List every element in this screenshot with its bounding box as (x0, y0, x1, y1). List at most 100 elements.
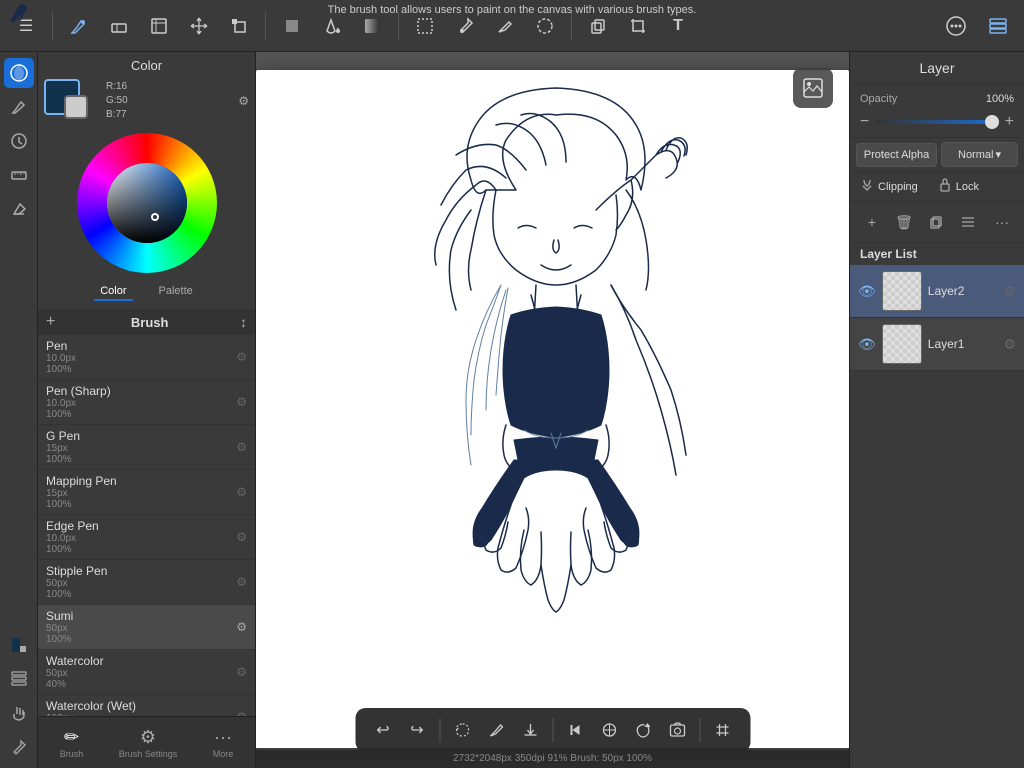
grid-button[interactable] (706, 714, 738, 746)
color-settings-icon[interactable]: ⚙ (238, 94, 249, 108)
eyedropper-icon[interactable] (447, 8, 483, 44)
layers-panel-icon[interactable] (980, 8, 1016, 44)
blend-mode-chevron-icon: ▾ (995, 148, 1001, 161)
brush-settings-tab[interactable]: ⚙ Brush Settings (111, 723, 186, 763)
download-button[interactable] (514, 714, 546, 746)
layer2-thumbnail (882, 271, 922, 311)
gallery-button[interactable] (793, 68, 833, 108)
layer2-visibility-icon[interactable]: 👁 (858, 283, 876, 300)
color-wheel[interactable] (77, 133, 217, 273)
opacity-slider[interactable] (875, 120, 998, 124)
brush-title: Brush (59, 315, 240, 330)
text-icon[interactable]: T (660, 8, 696, 44)
layer-actions: + 🗑 ··· (850, 202, 1024, 243)
layer-more-button[interactable]: ··· (988, 208, 1016, 236)
rotate-button[interactable] (627, 714, 659, 746)
brush-item-stipple-pen[interactable]: Stipple Pen 50px100% ⚙ (38, 560, 255, 605)
fill-rect-icon[interactable] (274, 8, 310, 44)
brush-header: + Brush ↕ (38, 309, 255, 335)
symmetry-button[interactable] (593, 714, 625, 746)
layer1-visibility-icon[interactable]: 👁 (858, 336, 876, 353)
move-tool-icon[interactable] (181, 8, 217, 44)
brush-item-edge-pen[interactable]: Edge Pen 10.0px100% ⚙ (38, 515, 255, 560)
sidebar-history-icon[interactable] (4, 126, 34, 156)
pen-canvas-button[interactable] (480, 714, 512, 746)
brush-pen-settings[interactable]: ⚙ (236, 350, 247, 364)
crop-icon[interactable] (620, 8, 656, 44)
fill-icon[interactable] (314, 8, 350, 44)
brush-item-watercolor-wet[interactable]: Watercolor (Wet) 100px10% ⚙ (38, 695, 255, 716)
brush-tool-icon[interactable] (61, 8, 97, 44)
opacity-slider-thumb[interactable] (985, 115, 999, 129)
layer-item-layer2[interactable]: 👁 Layer2 ⚙ (850, 265, 1024, 318)
secondary-color-swatch[interactable] (64, 95, 88, 119)
layer-list-btn[interactable] (954, 208, 982, 236)
protect-alpha-button[interactable]: Protect Alpha (856, 143, 937, 167)
brush-item-pen-sharp[interactable]: Pen (Sharp) 10.0px100% ⚙ (38, 380, 255, 425)
color-g: G:50 (106, 94, 232, 108)
layer1-settings-icon[interactable]: ⚙ (1003, 336, 1016, 353)
color-swatches (44, 79, 100, 123)
brush-sort-icon[interactable]: ↕ (240, 314, 247, 330)
brush-tab[interactable]: ✏ Brush (52, 723, 92, 763)
more-tab-icon: ··· (214, 727, 232, 748)
color-tab-palette[interactable]: Palette (153, 283, 199, 301)
duplicate-layer-button[interactable] (922, 208, 950, 236)
more-tab[interactable]: ··· More (205, 723, 242, 763)
brush-edge-pen-settings[interactable]: ⚙ (236, 530, 247, 544)
delete-layer-button[interactable]: 🗑 (890, 208, 918, 236)
main-area: Color R:16 G:50 B:77 ⚙ (0, 52, 1024, 768)
copy-stamp-icon[interactable] (580, 8, 616, 44)
sidebar-layers-icon[interactable] (4, 664, 34, 694)
layer-item-layer1[interactable]: 👁 Layer1 ⚙ (850, 318, 1024, 371)
brush-add-button[interactable]: + (46, 313, 55, 331)
color-section: Color R:16 G:50 B:77 ⚙ (38, 52, 255, 309)
color-gradient-box[interactable] (107, 163, 187, 243)
selection-rect-icon[interactable] (407, 8, 443, 44)
sidebar-color-swatch-icon[interactable] (4, 630, 34, 660)
undo-button[interactable]: ↩ (367, 714, 399, 746)
canvas-icon[interactable] (141, 8, 177, 44)
share-icon[interactable] (938, 8, 974, 44)
brush-watercolor-settings[interactable]: ⚙ (236, 665, 247, 679)
capture-button[interactable] (661, 714, 693, 746)
drawing-canvas[interactable]: .sketch { stroke: #1a2a4a; fill: none; s… (256, 70, 849, 750)
brush-item-mapping-pen[interactable]: Mapping Pen 15px100% ⚙ (38, 470, 255, 515)
blend-mode-button[interactable]: Normal ▾ (941, 142, 1018, 167)
lock-button[interactable]: Lock (938, 178, 979, 195)
layer2-name: Layer2 (928, 284, 998, 298)
add-layer-button[interactable]: + (858, 208, 886, 236)
transform-icon[interactable] (221, 8, 257, 44)
brush-mapping-pen-settings[interactable]: ⚙ (236, 485, 247, 499)
brush-stipple-pen-settings[interactable]: ⚙ (236, 575, 247, 589)
sidebar-ruler-icon[interactable] (4, 160, 34, 190)
redo-button[interactable]: ↪ (401, 714, 433, 746)
color-tab-color[interactable]: Color (94, 283, 132, 301)
eraser-tool-icon[interactable] (101, 8, 137, 44)
prev-frame-button[interactable] (559, 714, 591, 746)
pen-tool-icon[interactable] (487, 8, 523, 44)
opacity-plus-button[interactable]: + (1005, 113, 1014, 131)
brush-pen-sharp-settings[interactable]: ⚙ (236, 395, 247, 409)
layer2-settings-icon[interactable]: ⚙ (1003, 283, 1016, 300)
brush-item-watercolor[interactable]: Watercolor 50px40% ⚙ (38, 650, 255, 695)
brush-item-pen[interactable]: Pen 10.0px100% ⚙ (38, 335, 255, 380)
sidebar-eraser-icon[interactable] (4, 194, 34, 224)
gradient-fill-icon[interactable] (354, 8, 390, 44)
sidebar-brush-icon[interactable] (4, 92, 34, 122)
status-bar: 2732*2048px 350dpi 91% Brush: 50px 100% (256, 748, 849, 768)
brush-sumi-settings[interactable]: ⚙ (236, 620, 247, 634)
sidebar-color-icon[interactable] (4, 58, 34, 88)
opacity-minus-button[interactable]: − (860, 113, 869, 131)
divider2 (265, 12, 266, 40)
clipping-button[interactable]: Clipping (860, 178, 918, 195)
brush-item-sumi[interactable]: Sumi 50px100% ⚙ (38, 605, 255, 650)
brush-item-g-pen[interactable]: G Pen 15px100% ⚙ (38, 425, 255, 470)
sidebar-eyedropper2-icon[interactable] (4, 732, 34, 762)
lasso-tool-button[interactable] (446, 714, 478, 746)
sidebar-hand-icon[interactable] (4, 698, 34, 728)
opacity-row: Opacity 100% (850, 85, 1024, 113)
brush-g-pen-settings[interactable]: ⚙ (236, 440, 247, 454)
brush-list: Pen 10.0px100% ⚙ Pen (Sharp) 10.0px100% … (38, 335, 255, 716)
lasso-icon[interactable] (527, 8, 563, 44)
